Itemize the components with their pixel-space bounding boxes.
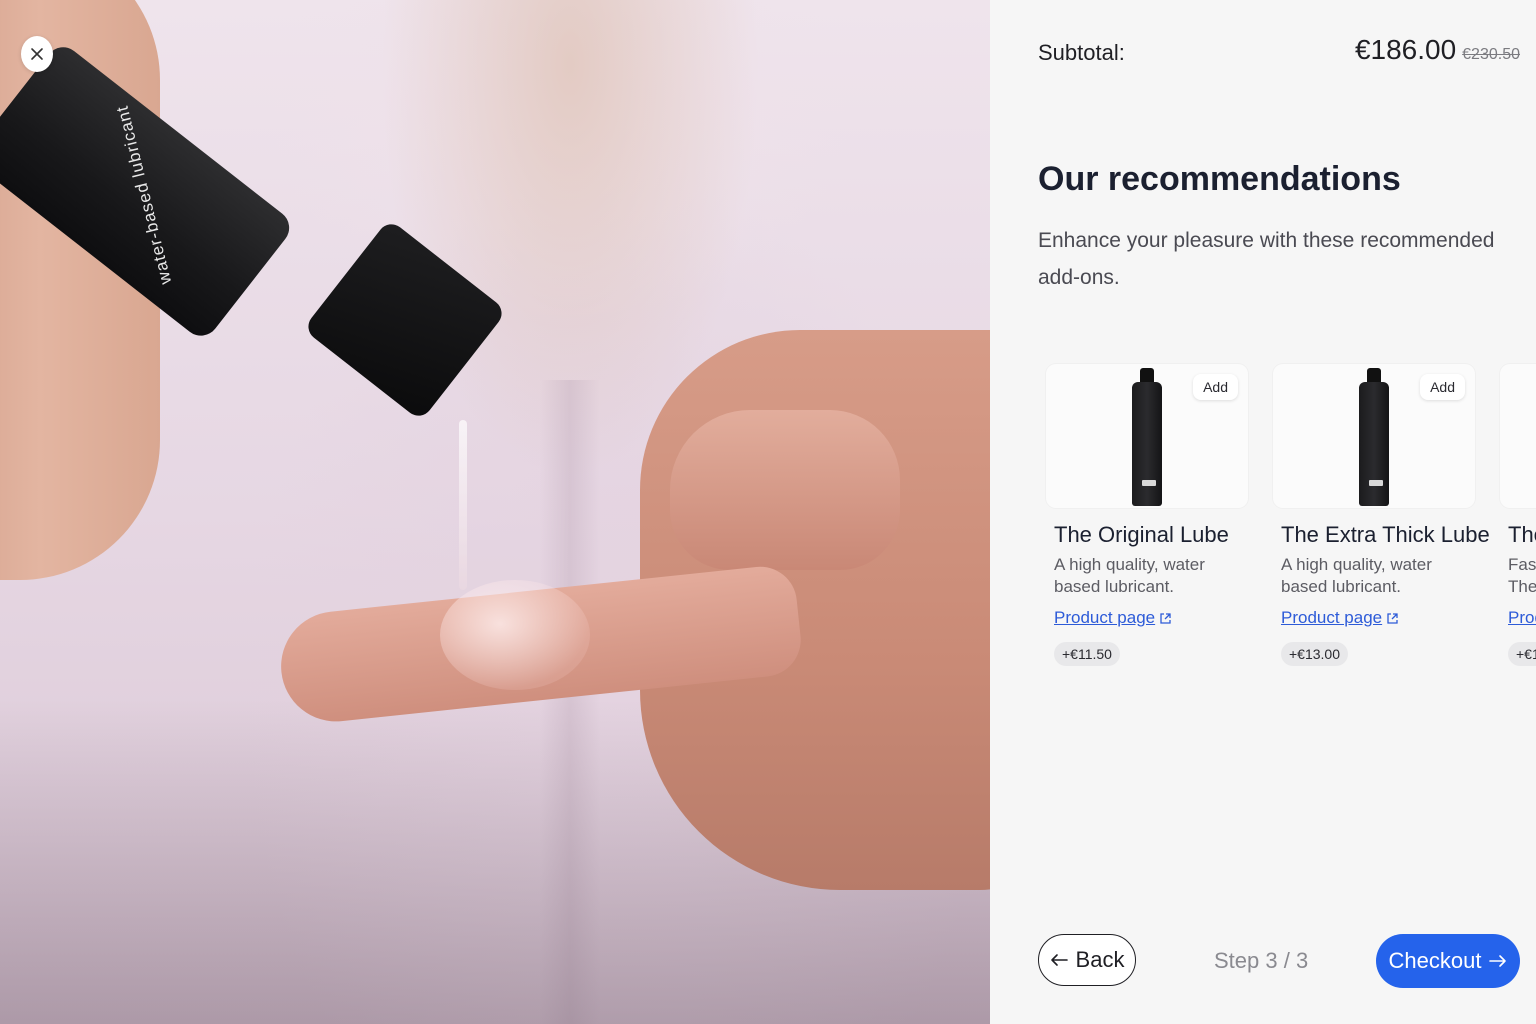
product-price: +€11.50 xyxy=(1054,642,1120,666)
product-description: A high quality, water based lubricant. xyxy=(1281,555,1432,596)
checkout-modal: water-based lubricant Subtotal: €186.00 … xyxy=(0,0,1536,1024)
recommendations-title: Our recommendations xyxy=(1038,160,1401,198)
bottle-label: water-based lubricant xyxy=(112,103,176,287)
product-image: Add xyxy=(1273,364,1475,508)
back-button-label: Back xyxy=(1075,947,1125,972)
arrow-left-icon xyxy=(1050,954,1068,966)
subtotal-price: €186.00 €230.50 xyxy=(1355,34,1520,66)
product-name: The Extra Thick Lube xyxy=(1281,522,1490,547)
subtotal-label: Subtotal: xyxy=(1038,40,1125,65)
recommendations-subtitle: Enhance your pleasure with these recomme… xyxy=(1038,229,1495,289)
product-page-link-label: Product page xyxy=(1054,608,1156,627)
product-price: +€1 xyxy=(1508,642,1536,666)
checkout-panel: Subtotal: €186.00 €230.50 Our recommenda… xyxy=(990,0,1536,1024)
external-link-icon xyxy=(1387,612,1398,624)
external-link-icon xyxy=(1160,612,1171,624)
subtotal-original-amount: €230.50 xyxy=(1462,46,1520,63)
product-card: Add The Extra Thick Lube A high quality,… xyxy=(1273,364,1490,666)
subtotal-amount: €186.00 xyxy=(1354,34,1457,65)
product-description: A high quality, water based lubricant. xyxy=(1054,555,1205,596)
add-button[interactable]: Add xyxy=(1420,374,1465,400)
arrow-right-icon xyxy=(1489,955,1507,967)
bottle-thumbnail xyxy=(1132,368,1162,506)
product-name: The xyxy=(1508,522,1536,547)
product-name: The Original Lube xyxy=(1054,522,1229,547)
photo-knuckle xyxy=(670,410,900,570)
product-page-link[interactable]: Prod xyxy=(1508,608,1536,628)
close-icon xyxy=(31,48,43,60)
photo-gel xyxy=(440,580,590,690)
product-card: Add The Original Lube A high quality, wa… xyxy=(1046,364,1248,666)
close-button[interactable] xyxy=(21,36,53,72)
checkout-button[interactable]: Checkout xyxy=(1376,934,1520,988)
back-button[interactable]: Back xyxy=(1038,934,1136,986)
product-photo: water-based lubricant xyxy=(0,0,990,1024)
product-card: The Fast The Prod +€1 xyxy=(1500,364,1536,666)
product-description: Fast The xyxy=(1508,555,1536,596)
checkout-button-label: Checkout xyxy=(1388,948,1482,973)
bottle-thumbnail xyxy=(1359,368,1389,506)
product-page-link-label: Product page xyxy=(1281,608,1383,627)
product-page-link-label: Prod xyxy=(1508,608,1536,627)
add-button[interactable]: Add xyxy=(1193,374,1238,400)
product-page-link[interactable]: Product page xyxy=(1054,608,1172,628)
photo-drip xyxy=(459,420,467,590)
step-indicator: Step 3 / 3 xyxy=(1214,948,1309,973)
product-page-link[interactable]: Product page xyxy=(1281,608,1399,628)
product-image xyxy=(1500,364,1536,508)
product-image: Add xyxy=(1046,364,1248,508)
recommendations-carousel[interactable]: Add The Original Lube A high quality, wa… xyxy=(1046,364,1536,674)
product-price: +€13.00 xyxy=(1281,642,1348,666)
